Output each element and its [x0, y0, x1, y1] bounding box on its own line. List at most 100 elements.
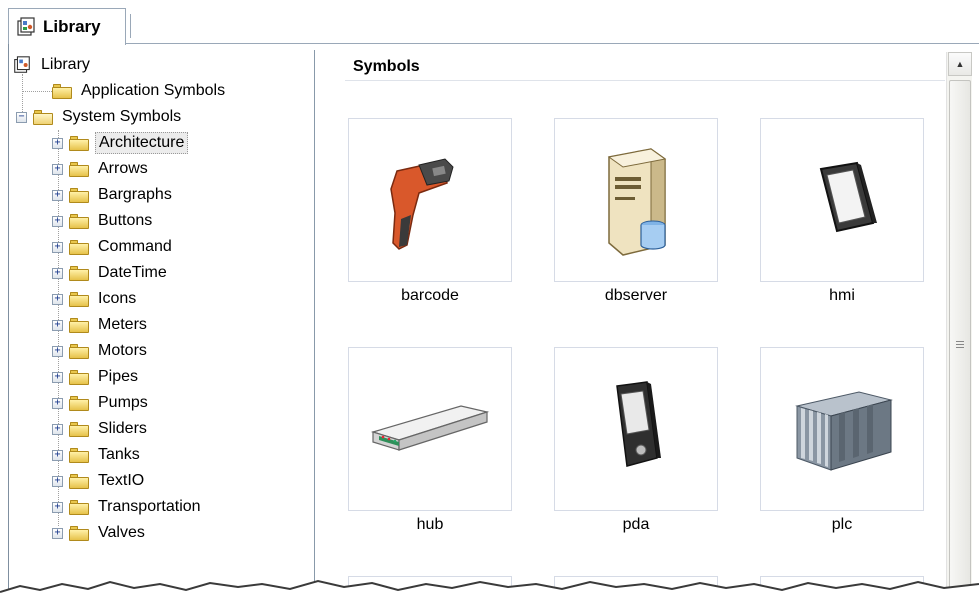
- collapse-toggle[interactable]: −: [16, 111, 27, 123]
- tree-item-label: Library: [41, 56, 90, 73]
- torn-edge-decoration: [0, 579, 979, 612]
- library-icon: [14, 56, 30, 73]
- expand-toggle[interactable]: +: [52, 345, 63, 357]
- expand-toggle[interactable]: +: [52, 423, 63, 435]
- expand-toggle[interactable]: +: [52, 215, 63, 227]
- folder-icon: [69, 525, 89, 541]
- vertical-scrollbar[interactable]: ▲: [946, 52, 972, 610]
- library-icon: [17, 17, 35, 36]
- folder-icon: [52, 83, 72, 99]
- symbols-pane: Symbols barcode dbserver hmi hub pda plc: [325, 50, 945, 612]
- tree-item-architecture[interactable]: + Architecture: [52, 130, 189, 156]
- tree-item-label: Pipes: [98, 368, 139, 385]
- scroll-grip-line-1: [956, 341, 964, 342]
- tree-connector: [22, 91, 52, 92]
- tree-item-system-symbols[interactable]: − System Symbols: [16, 104, 184, 130]
- expand-toggle[interactable]: +: [52, 189, 63, 201]
- tree-item-label: Command: [98, 238, 172, 255]
- expand-toggle[interactable]: +: [52, 397, 63, 409]
- library-tree[interactable]: Library Application Symbols − System Symbol…: [10, 50, 315, 590]
- tree-item-label: DateTime: [98, 264, 167, 281]
- tree-item-datetime[interactable]: + DateTime: [52, 260, 170, 286]
- expand-toggle[interactable]: +: [52, 319, 63, 331]
- tree-item-label: Transportation: [98, 498, 201, 515]
- pda-device-icon: [616, 381, 661, 467]
- tree-item-label: Bargraphs: [98, 186, 172, 203]
- tree-item-pumps[interactable]: + Pumps: [52, 390, 151, 416]
- symbol-label-dbserver: dbserver: [604, 287, 668, 304]
- barcode-scanner-icon: [390, 158, 454, 250]
- database-server-icon: [607, 148, 667, 256]
- tree-item-label: TextIO: [98, 472, 145, 489]
- tree-item-textio[interactable]: + TextIO: [52, 468, 147, 494]
- folder-icon: [69, 317, 89, 333]
- tree-item-label: Sliders: [98, 420, 147, 437]
- tree-item-transportation[interactable]: + Transportation: [52, 494, 204, 520]
- folder-icon: [69, 291, 89, 307]
- expand-toggle[interactable]: +: [52, 475, 63, 487]
- tree-item-command[interactable]: + Command: [52, 234, 175, 260]
- symbol-label-hub: hub: [416, 516, 444, 533]
- expand-toggle[interactable]: +: [52, 163, 63, 175]
- tree-item-sliders[interactable]: + Sliders: [52, 416, 150, 442]
- tab-library-label: Library: [43, 17, 101, 36]
- symbol-tile-hmi[interactable]: [760, 118, 924, 282]
- symbol-tile-dbserver[interactable]: [554, 118, 718, 282]
- symbol-tile-pda[interactable]: [554, 347, 718, 511]
- scroll-grip-line-2: [956, 344, 964, 345]
- symbol-label-hmi: hmi: [829, 287, 855, 304]
- header-divider: [345, 80, 945, 81]
- symbol-tile-barcode[interactable]: [348, 118, 512, 282]
- folder-open-icon: [33, 109, 53, 125]
- tree-item-arrows[interactable]: + Arrows: [52, 156, 151, 182]
- folder-icon: [69, 499, 89, 515]
- tree-item-label: Motors: [98, 342, 147, 359]
- folder-icon: [69, 187, 89, 203]
- symbol-label-barcode: barcode: [401, 287, 459, 304]
- tree-item-pipes[interactable]: + Pipes: [52, 364, 141, 390]
- folder-icon: [69, 343, 89, 359]
- tree-item-tanks[interactable]: + Tanks: [52, 442, 143, 468]
- expand-toggle[interactable]: +: [52, 241, 63, 253]
- folder-icon: [69, 369, 89, 385]
- expand-toggle[interactable]: +: [52, 449, 63, 461]
- tree-item-icons[interactable]: + Icons: [52, 286, 139, 312]
- expand-toggle[interactable]: +: [52, 293, 63, 305]
- expand-toggle[interactable]: +: [52, 267, 63, 279]
- tree-item-bargraphs[interactable]: + Bargraphs: [52, 182, 175, 208]
- tree-item-application-symbols[interactable]: Application Symbols: [52, 78, 228, 104]
- tree-item-valves[interactable]: + Valves: [52, 520, 148, 546]
- tab-bar: Library: [8, 8, 979, 45]
- symbol-tile-hub[interactable]: [348, 347, 512, 511]
- network-hub-icon: [370, 405, 490, 451]
- tree-item-label: Meters: [98, 316, 147, 333]
- folder-icon: [69, 421, 89, 437]
- scroll-up-button[interactable]: ▲: [948, 52, 972, 76]
- scroll-thumb[interactable]: [949, 80, 971, 610]
- tree-item-label: Icons: [98, 290, 137, 307]
- tree-item-label: Application Symbols: [81, 82, 226, 99]
- tree-item-library[interactable]: Library: [12, 52, 93, 78]
- expand-toggle[interactable]: +: [52, 371, 63, 383]
- tree-item-label: Architecture: [95, 132, 189, 154]
- tree-item-label: Arrows: [98, 160, 148, 177]
- scroll-grip-line-3: [956, 347, 964, 348]
- tree-item-buttons[interactable]: + Buttons: [52, 208, 155, 234]
- symbol-label-plc: plc: [831, 516, 853, 533]
- expand-toggle[interactable]: +: [52, 527, 63, 539]
- tree-item-label: System Symbols: [62, 108, 182, 125]
- tree-item-meters[interactable]: + Meters: [52, 312, 150, 338]
- folder-icon: [69, 213, 89, 229]
- hmi-panel-icon: [819, 161, 877, 233]
- symbol-label-pda: pda: [622, 516, 650, 533]
- folder-icon: [69, 473, 89, 489]
- folder-icon: [69, 135, 89, 151]
- tree-item-label: Pumps: [98, 394, 148, 411]
- tree-item-motors[interactable]: + Motors: [52, 338, 150, 364]
- folder-icon: [69, 395, 89, 411]
- folder-icon: [69, 161, 89, 177]
- symbol-tile-plc[interactable]: [760, 347, 924, 511]
- tab-library[interactable]: Library: [8, 8, 126, 45]
- expand-toggle[interactable]: +: [52, 137, 63, 149]
- expand-toggle[interactable]: +: [52, 501, 63, 513]
